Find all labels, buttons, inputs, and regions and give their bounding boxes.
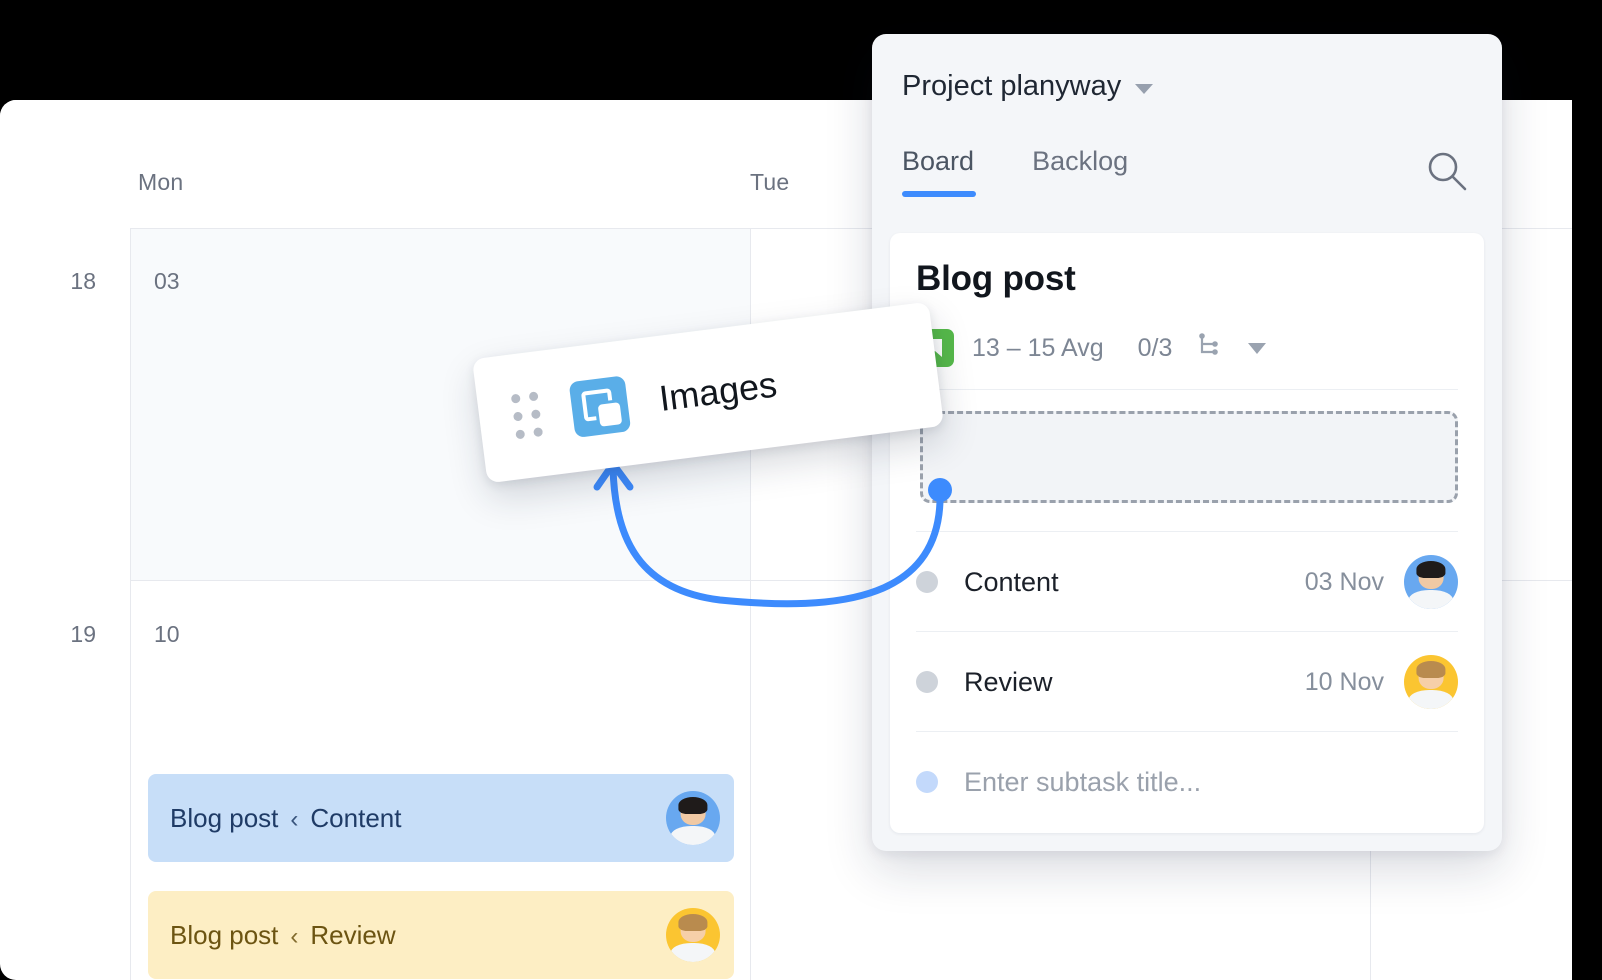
caret-down-icon[interactable] [1248, 343, 1266, 354]
subtask-date: 03 Nov [1305, 568, 1384, 597]
task-card: Blog post 13 – 15 Avg 0/3 [890, 233, 1484, 833]
event-parent-title: Blog post [170, 803, 278, 834]
subtask-row-content[interactable]: Content 03 Nov [916, 533, 1458, 631]
avatar-blue [666, 791, 720, 845]
status-dot-icon [916, 571, 938, 593]
new-subtask-input[interactable]: Enter subtask title... [964, 767, 1458, 798]
subtask-title: Content [964, 567, 1305, 598]
new-subtask-row[interactable]: Enter subtask title... [916, 733, 1458, 831]
subtask-tree-icon [1194, 331, 1224, 366]
day-number-03: 03 [154, 268, 180, 295]
calendar-event-review[interactable]: Blog post ‹ Review [148, 891, 734, 979]
screenshot-stage: Mon Tue 18 03 19 10 Blog post ‹ Content [0, 0, 1602, 980]
meta-divider [916, 389, 1458, 390]
calendar-day-header-tue: Tue [750, 169, 789, 196]
subtask-drop-zone[interactable] [920, 411, 1458, 503]
subtask-count: 0/3 [1138, 334, 1173, 363]
drag-handle-icon[interactable] [511, 391, 543, 439]
task-estimate: 13 – 15 Avg [972, 334, 1104, 363]
event-parent-title: Blog post [170, 920, 278, 951]
images-app-icon [569, 375, 632, 438]
status-dot-icon [916, 671, 938, 693]
subtask-row-review[interactable]: Review 10 Nov [916, 633, 1458, 731]
avatar-yellow [666, 908, 720, 962]
subtask-date: 10 Nov [1305, 668, 1384, 697]
chip-label: Images [657, 363, 779, 419]
chevron-left-icon: ‹ [290, 806, 298, 834]
week-number-18: 18 [70, 268, 96, 295]
tab-board[interactable]: Board [902, 146, 974, 183]
subtask-divider [916, 531, 1458, 532]
task-meta-row: 13 – 15 Avg 0/3 [916, 329, 1266, 367]
status-dot-icon [916, 771, 938, 793]
calendar-event-content[interactable]: Blog post ‹ Content [148, 774, 734, 862]
calendar-day-header-mon: Mon [138, 169, 183, 196]
project-selector[interactable]: Project planyway [902, 70, 1153, 103]
tab-backlog[interactable]: Backlog [1032, 146, 1128, 183]
event-child-title: Review [310, 920, 395, 951]
project-title: Project planyway [902, 70, 1121, 103]
chevron-left-icon: ‹ [290, 923, 298, 951]
avatar-blue[interactable] [1404, 555, 1458, 609]
panel-tabs: Board Backlog [902, 146, 1128, 183]
search-icon[interactable] [1422, 146, 1472, 196]
subtask-divider [916, 631, 1458, 632]
chevron-down-icon[interactable] [1135, 84, 1153, 94]
avatar-yellow[interactable] [1404, 655, 1458, 709]
task-title: Blog post [916, 259, 1076, 299]
subtask-title: Review [964, 667, 1305, 698]
event-child-title: Content [310, 803, 401, 834]
day-number-10: 10 [154, 621, 180, 648]
subtask-divider [916, 731, 1458, 732]
week-number-19: 19 [70, 621, 96, 648]
task-detail-panel: Project planyway Board Backlog Blog post [872, 34, 1502, 851]
